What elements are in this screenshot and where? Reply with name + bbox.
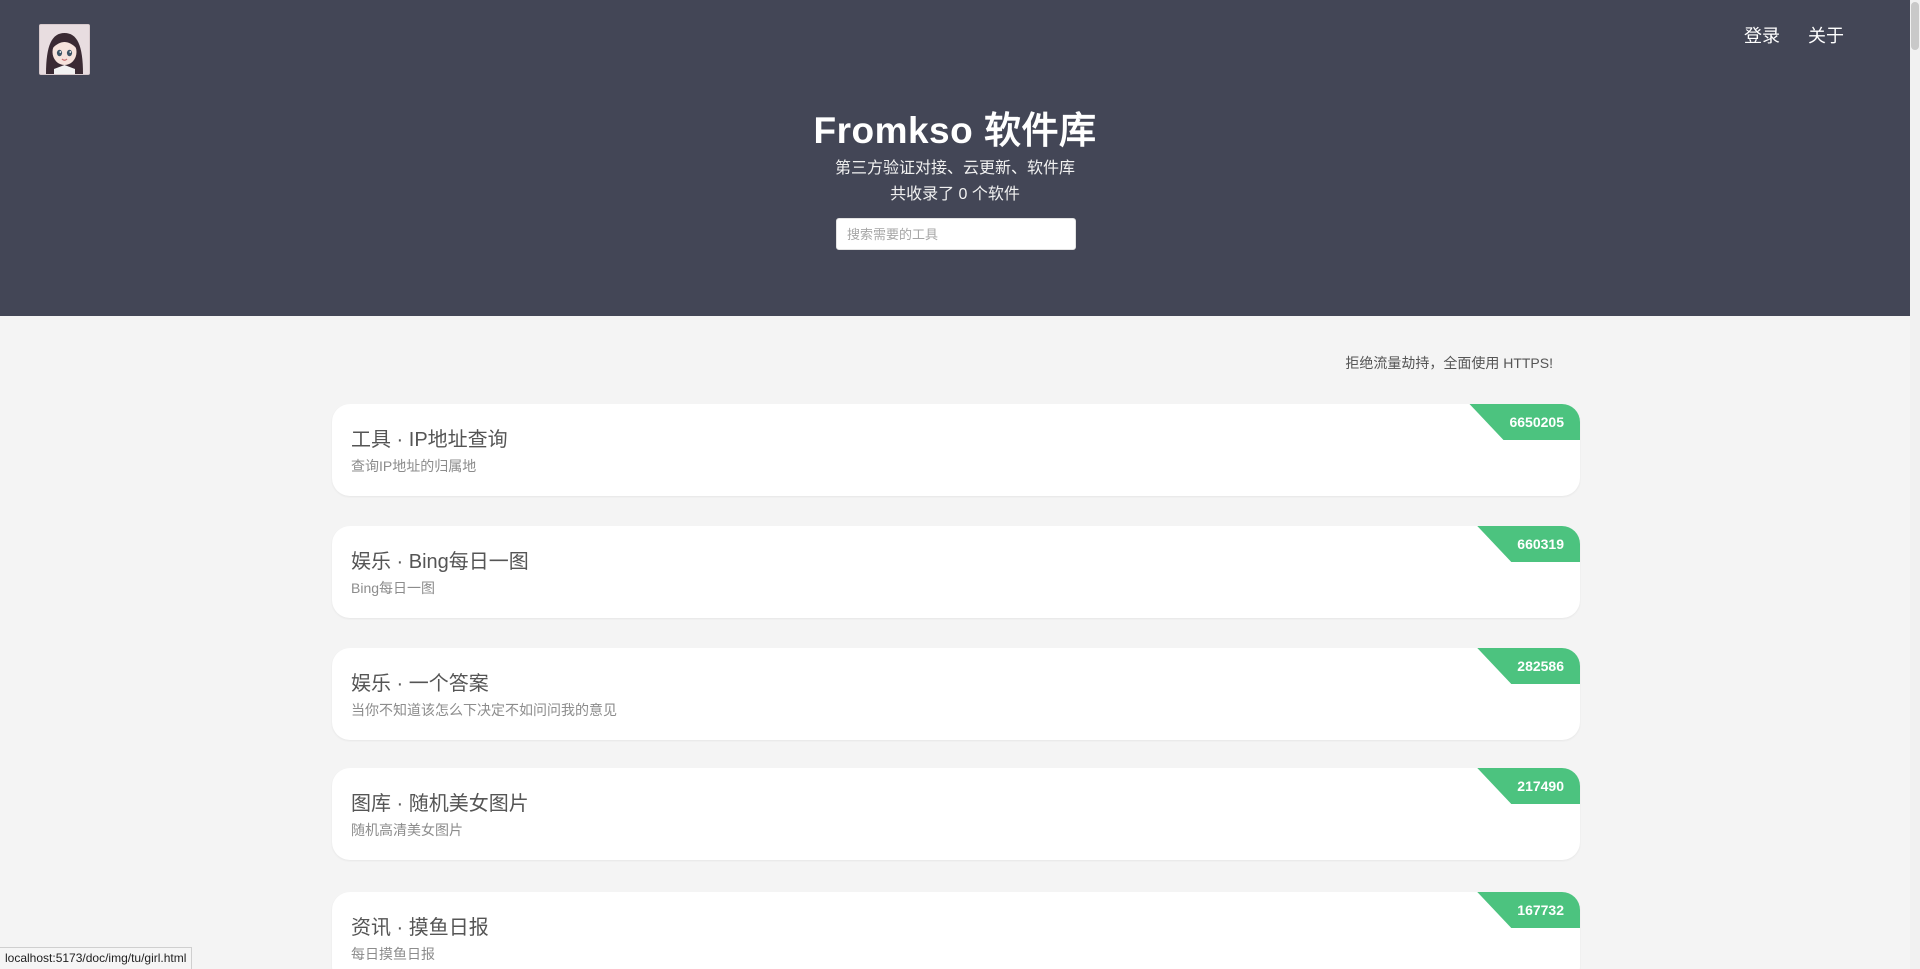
nav-about-link[interactable]: 关于 [1808,22,1844,48]
card-count-badge: 167732 [1477,892,1580,928]
software-count-text: 共收录了 0 个软件 [890,186,1020,203]
card-count-badge: 6650205 [1469,404,1580,440]
card-count-badge: 282586 [1477,648,1580,684]
page: 登录 关于 Fromkso 软件库 第三方验证对接、云更新、软件库 共收录了 0… [0,0,1920,969]
search-input[interactable] [836,218,1076,250]
site-title: Fromkso 软件库 [813,110,1097,151]
status-bar-url: localhost:5173/doc/img/tu/girl.html [0,947,193,969]
tool-card[interactable]: 娱乐 · 一个答案 当你不知道该怎么下决定不如问问我的意见 282586 [332,648,1580,740]
tool-card[interactable]: 工具 · IP地址查询 查询IP地址的归属地 6650205 [332,404,1580,496]
card-title: 娱乐 · Bing每日一图 [351,551,529,573]
page-scrollbar[interactable] [1910,0,1920,969]
card-title: 资讯 · 摸鱼日报 [351,917,489,939]
card-description: Bing每日一图 [351,580,436,596]
tool-card[interactable]: 娱乐 · Bing每日一图 Bing每日一图 660319 [332,526,1580,618]
card-count-badge: 660319 [1477,526,1580,562]
tool-card[interactable]: 资讯 · 摸鱼日报 每日摸鱼日报 167732 [332,892,1580,969]
card-description: 查询IP地址的归属地 [351,458,477,474]
top-nav: 登录 关于 [1744,22,1844,48]
avatar[interactable] [39,24,90,75]
card-title: 工具 · IP地址查询 [351,429,508,451]
scrollbar-thumb[interactable] [1911,2,1919,50]
card-description: 当你不知道该怎么下决定不如问问我的意见 [351,702,617,718]
site-subtitle: 第三方验证对接、云更新、软件库 [834,160,1075,177]
tool-card[interactable]: 图库 · 随机美女图片 随机高清美女图片 217490 [332,768,1580,860]
card-count-badge: 217490 [1477,768,1580,804]
https-notice: 拒绝流量劫持，全面使用 HTTPS! [1345,355,1553,371]
card-title: 娱乐 · 一个答案 [351,673,489,695]
nav-login-link[interactable]: 登录 [1744,22,1780,48]
card-description: 随机高清美女图片 [351,822,463,838]
header-hero: 登录 关于 Fromkso 软件库 第三方验证对接、云更新、软件库 共收录了 0… [0,0,1910,316]
card-description: 每日摸鱼日报 [351,946,435,962]
card-title: 图库 · 随机美女图片 [351,793,529,815]
anime-girl-avatar-icon [40,25,89,74]
